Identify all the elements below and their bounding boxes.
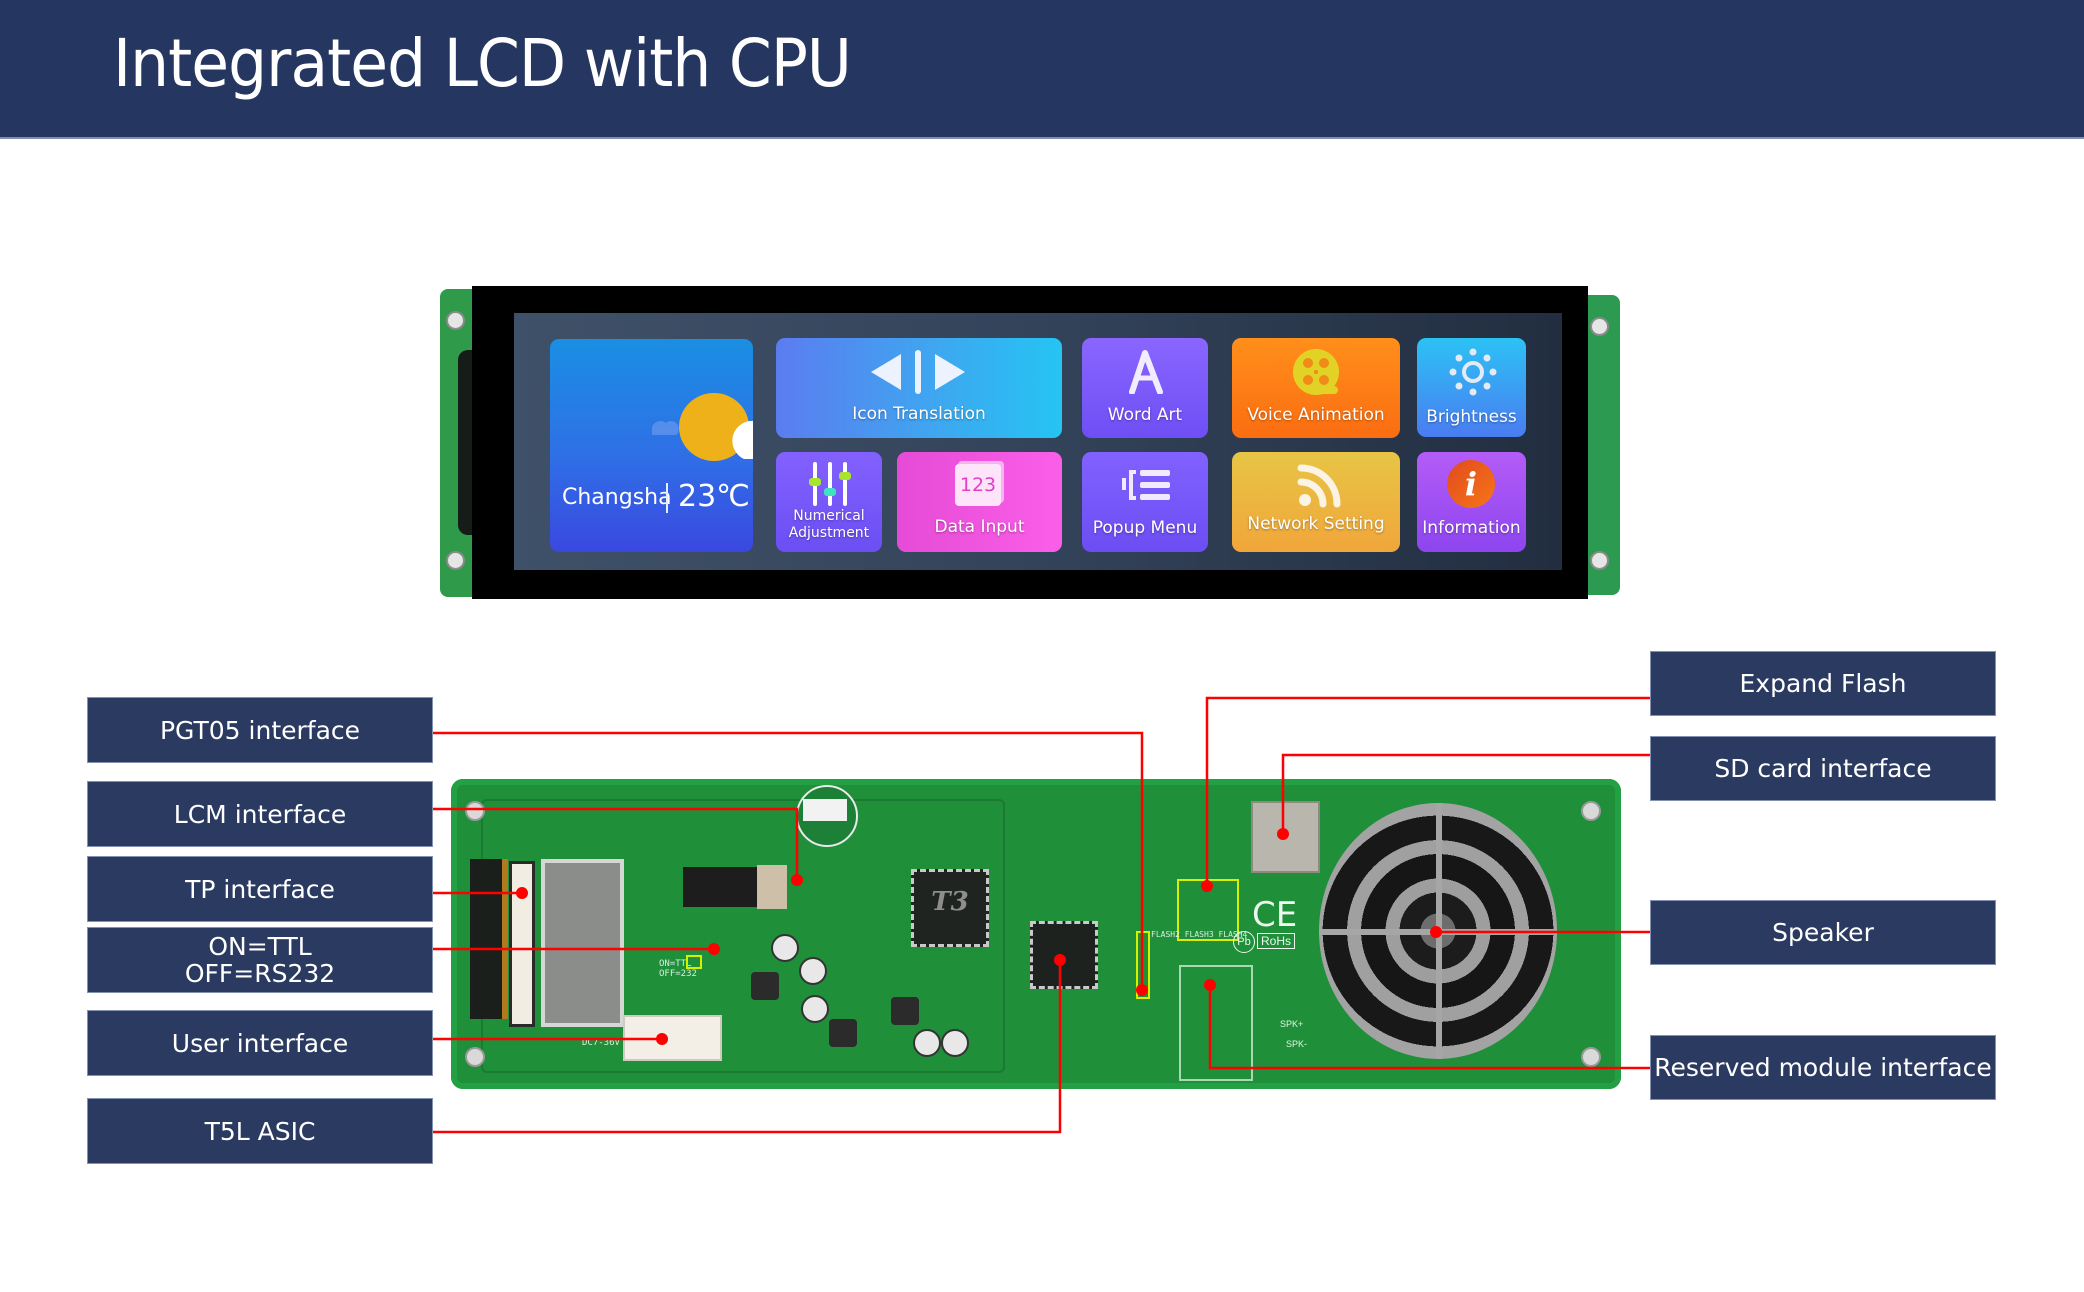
- callout-ttl-rs232-switch: ON=TTL OFF=RS232: [88, 928, 432, 992]
- callout-sd-card-interface: SD card interface: [1651, 737, 1995, 800]
- callout-label: User interface: [171, 1028, 349, 1058]
- callout-label: Expand Flash: [1739, 669, 1907, 698]
- leader-reserved-dot: [1204, 979, 1216, 991]
- callout-expand-flash: Expand Flash: [1651, 652, 1995, 715]
- leader-tp-dot: [516, 887, 528, 899]
- callout-reserved-module-interface: Reserved module interface: [1651, 1036, 1995, 1099]
- leader-t5l: [432, 960, 1062, 1134]
- callout-label: T5L ASIC: [204, 1116, 316, 1146]
- callout-label: Reserved module interface: [1654, 1053, 1992, 1082]
- callout-speaker: Speaker: [1651, 901, 1995, 964]
- leader-lcm-dot: [791, 874, 803, 886]
- leader-reserved: [1208, 985, 1651, 1070]
- callout-label: PGT05 interface: [159, 715, 361, 745]
- callout-lcm-interface: LCM interface: [88, 782, 432, 846]
- callout-pgt05-interface: PGT05 interface: [88, 698, 432, 762]
- callout-user-interface: User interface: [88, 1011, 432, 1075]
- callout-tp-interface: TP interface: [88, 857, 432, 921]
- leader-flash: [1205, 696, 1651, 886]
- leader-speaker-dot: [1430, 926, 1442, 938]
- callout-label-line1: ON=TTL: [208, 932, 312, 961]
- callout-label-line2: OFF=RS232: [184, 959, 336, 988]
- leader-lcm: [432, 807, 799, 880]
- leader-ttl-dot: [708, 943, 720, 955]
- leader-user-dot: [656, 1033, 668, 1045]
- callout-label: LCM interface: [173, 799, 347, 829]
- callout-label: SD card interface: [1714, 754, 1932, 783]
- leader-sd: [1281, 753, 1651, 834]
- leader-pgt05: [432, 731, 1144, 990]
- leader-pgt05-dot: [1136, 984, 1148, 996]
- leader-flash-dot: [1201, 880, 1213, 892]
- leader-sd-dot: [1277, 828, 1289, 840]
- leader-t5l-dot: [1054, 954, 1066, 966]
- callout-t5l-asic: T5L ASIC: [88, 1099, 432, 1163]
- callout-label: TP interface: [185, 874, 335, 904]
- callout-label: Speaker: [1772, 918, 1874, 947]
